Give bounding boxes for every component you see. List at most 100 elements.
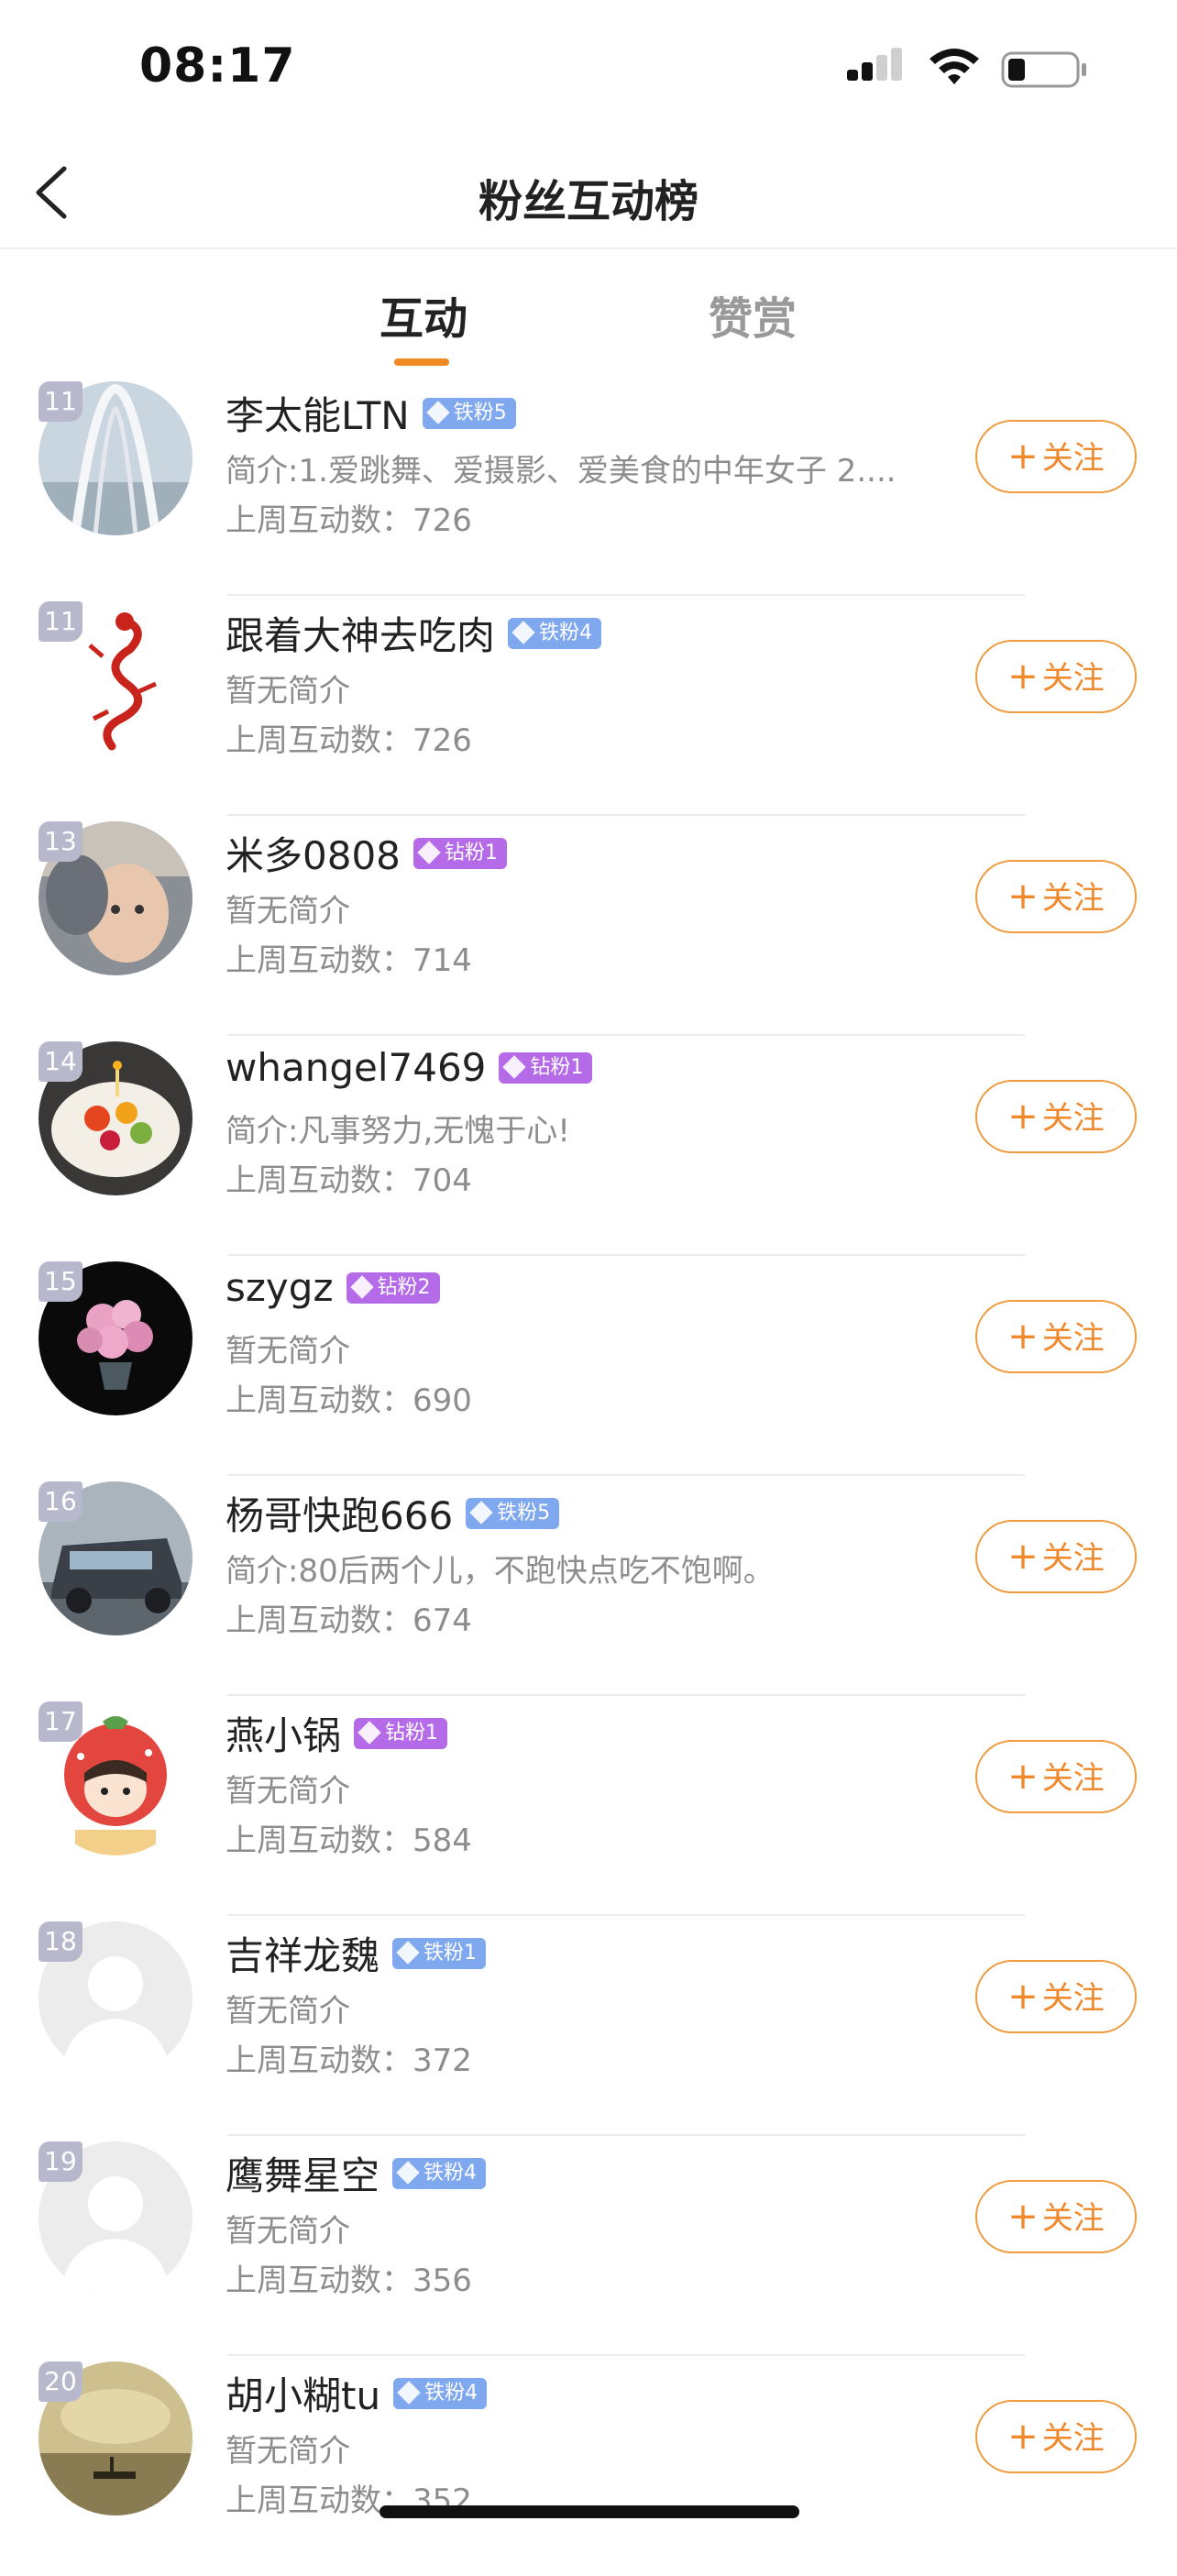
plus-icon: + <box>1007 875 1039 918</box>
active-tab-indicator <box>394 358 449 366</box>
name-line: 鹰舞星空 铁粉4 <box>226 2145 487 2198</box>
tab-interaction[interactable]: 互动 <box>380 282 468 347</box>
weekly-interaction-count: 上周互动数：704 <box>226 1162 472 1199</box>
fan-intro: 暂无简介 <box>226 1333 350 1370</box>
fan-level-badge: 铁粉1 <box>392 1937 487 1969</box>
list-item: 17 燕小锅 钻粉1 暂无简介 上周互动数：584 + 关注 <box>0 1696 1177 1916</box>
diamond-icon <box>397 2380 421 2405</box>
follow-button[interactable]: + 关注 <box>975 1520 1137 1593</box>
weekly-interaction-count: 上周互动数：372 <box>226 2042 472 2079</box>
plus-icon: + <box>1007 1756 1039 1798</box>
fan-level-badge: 铁粉4 <box>508 617 602 649</box>
diamond-icon <box>417 840 441 864</box>
nav-bar: 粉丝互动榜 <box>0 138 1177 249</box>
fan-level-badge: 铁粉4 <box>393 2377 488 2409</box>
weekly-interaction-count: 上周互动数：714 <box>226 942 472 979</box>
status-bar: 08:17 <box>0 0 1177 138</box>
rank-badge: 17 <box>38 1701 82 1742</box>
plus-icon: + <box>1007 1316 1039 1358</box>
plus-icon: + <box>1007 435 1039 478</box>
fan-intro: 简介:80后两个儿，不跑快点吃不饱啊。 <box>226 1553 775 1590</box>
diamond-icon <box>425 400 450 424</box>
follow-button[interactable]: + 关注 <box>975 420 1137 493</box>
follow-button[interactable]: + 关注 <box>975 2180 1137 2253</box>
plus-icon: + <box>1007 655 1039 698</box>
diamond-icon <box>469 1500 493 1525</box>
fan-level-badge: 铁粉4 <box>392 2157 487 2189</box>
rank-badge: 11 <box>38 601 82 642</box>
name-line: 吉祥龙魏 铁粉1 <box>226 1925 487 1978</box>
battery-icon <box>1001 51 1086 88</box>
page-title: 粉丝互动榜 <box>478 176 698 227</box>
fan-intro: 简介:凡事努力,无愧于心! <box>226 1113 570 1150</box>
name-line: 米多0808 钻粉1 <box>226 825 507 878</box>
fan-name[interactable]: 跟着大神去吃肉 <box>226 605 495 661</box>
tab-appreciation[interactable]: 赞赏 <box>709 282 797 347</box>
fan-name[interactable]: 吉祥龙魏 <box>226 1925 380 1981</box>
fan-intro: 暂无简介 <box>226 1993 350 2030</box>
name-line: whangel7469 钻粉1 <box>226 1045 593 1096</box>
plus-icon: + <box>1007 1536 1039 1578</box>
fan-name[interactable]: 米多0808 <box>226 825 401 881</box>
fan-name[interactable]: whangel7469 <box>226 1045 486 1090</box>
fan-intro: 暂无简介 <box>226 1773 350 1810</box>
follow-button[interactable]: + 关注 <box>975 1300 1137 1373</box>
list-item: 19 鹰舞星空 铁粉4 暂无简介 上周互动数：356 + 关注 <box>0 2136 1177 2356</box>
fan-name[interactable]: 鹰舞星空 <box>226 2145 380 2201</box>
follow-button[interactable]: + 关注 <box>975 1080 1137 1153</box>
fan-level-badge: 铁粉5 <box>466 1497 560 1529</box>
weekly-interaction-count: 上周互动数：690 <box>226 1382 472 1419</box>
rank-badge: 18 <box>38 1921 82 1962</box>
plus-icon: + <box>1007 1976 1039 2018</box>
fan-name[interactable]: 胡小糊tu <box>226 2365 380 2421</box>
fan-level-badge: 铁粉5 <box>422 397 516 429</box>
fan-name[interactable]: 李太能LTN <box>226 385 410 441</box>
diamond-icon <box>349 1274 374 1299</box>
follow-button[interactable]: + 关注 <box>975 640 1137 713</box>
fan-intro: 简介:1.爱跳舞、爱摄影、爱美食的中年女子 2.... <box>226 453 896 490</box>
fan-level-badge: 钻粉1 <box>354 1717 448 1749</box>
name-line: 胡小糊tu 铁粉4 <box>226 2365 488 2418</box>
follow-button[interactable]: + 关注 <box>975 860 1137 933</box>
rank-badge: 11 <box>38 381 82 422</box>
diamond-icon <box>396 1940 420 1965</box>
list-item: 13 米多0808 钻粉1 暂无简介 上周互动数：714 + 关注 <box>0 816 1177 1036</box>
list-item: 16 杨哥快跑666 铁粉5 简介:80后两个儿，不跑快点吃不饱啊。 上周互动数：… <box>0 1476 1177 1696</box>
wifi-icon <box>930 49 979 84</box>
rank-badge: 13 <box>38 821 82 862</box>
follow-button[interactable]: + 关注 <box>975 1960 1137 2033</box>
cellular-signal-icon <box>847 48 902 81</box>
weekly-interaction-count: 上周互动数：726 <box>226 722 472 759</box>
list-item: 20 胡小糊tu 铁粉4 暂无简介 上周互动数：352 + 关注 <box>0 2356 1177 2576</box>
rank-badge: 14 <box>38 1041 82 1082</box>
fan-name[interactable]: 杨哥快跑666 <box>226 1485 453 1541</box>
rank-badge: 20 <box>38 2361 82 2402</box>
weekly-interaction-count: 上周互动数：356 <box>226 2262 472 2299</box>
weekly-interaction-count: 上周互动数：584 <box>226 1822 472 1859</box>
status-time: 08:17 <box>139 39 296 94</box>
list-item: 11 跟着大神去吃肉 铁粉4 暂无简介 上周互动数：726 + 关注 <box>0 596 1177 816</box>
fan-level-badge: 钻粉1 <box>499 1051 593 1084</box>
fan-level-badge: 钻粉1 <box>412 837 507 869</box>
diamond-icon <box>358 1720 381 1745</box>
fan-intro: 暂无简介 <box>226 2213 350 2250</box>
list-item: 18 吉祥龙魏 铁粉1 暂无简介 上周互动数：372 + 关注 <box>0 1916 1177 2136</box>
plus-icon: + <box>1007 1095 1039 1138</box>
list-item: 11 李太能LTN 铁粉5 简介:1.爱跳舞、爱摄影、爱美食的中年女子 2....… <box>0 376 1177 596</box>
rank-badge: 19 <box>38 2141 82 2182</box>
name-line: 杨哥快跑666 铁粉5 <box>226 1485 560 1538</box>
rank-badge: 16 <box>38 1481 82 1522</box>
fan-name[interactable]: szygz <box>226 1265 334 1310</box>
diamond-icon <box>512 620 535 644</box>
diamond-icon <box>502 1054 527 1079</box>
weekly-interaction-count: 上周互动数：726 <box>226 502 472 539</box>
plus-icon: + <box>1007 2196 1039 2238</box>
fan-name[interactable]: 燕小锅 <box>226 1705 341 1761</box>
follow-button[interactable]: + 关注 <box>975 2400 1137 2473</box>
fan-intro: 暂无简介 <box>226 673 350 710</box>
follow-button[interactable]: + 关注 <box>975 1740 1137 1813</box>
home-indicator[interactable] <box>380 2505 799 2518</box>
list-item: 14 whangel7469 钻粉1 简介:凡事努力,无愧于心! 上周互动数：70… <box>0 1036 1177 1256</box>
name-line: szygz 钻粉2 <box>226 1265 440 1316</box>
name-line: 李太能LTN 铁粉5 <box>226 385 516 438</box>
